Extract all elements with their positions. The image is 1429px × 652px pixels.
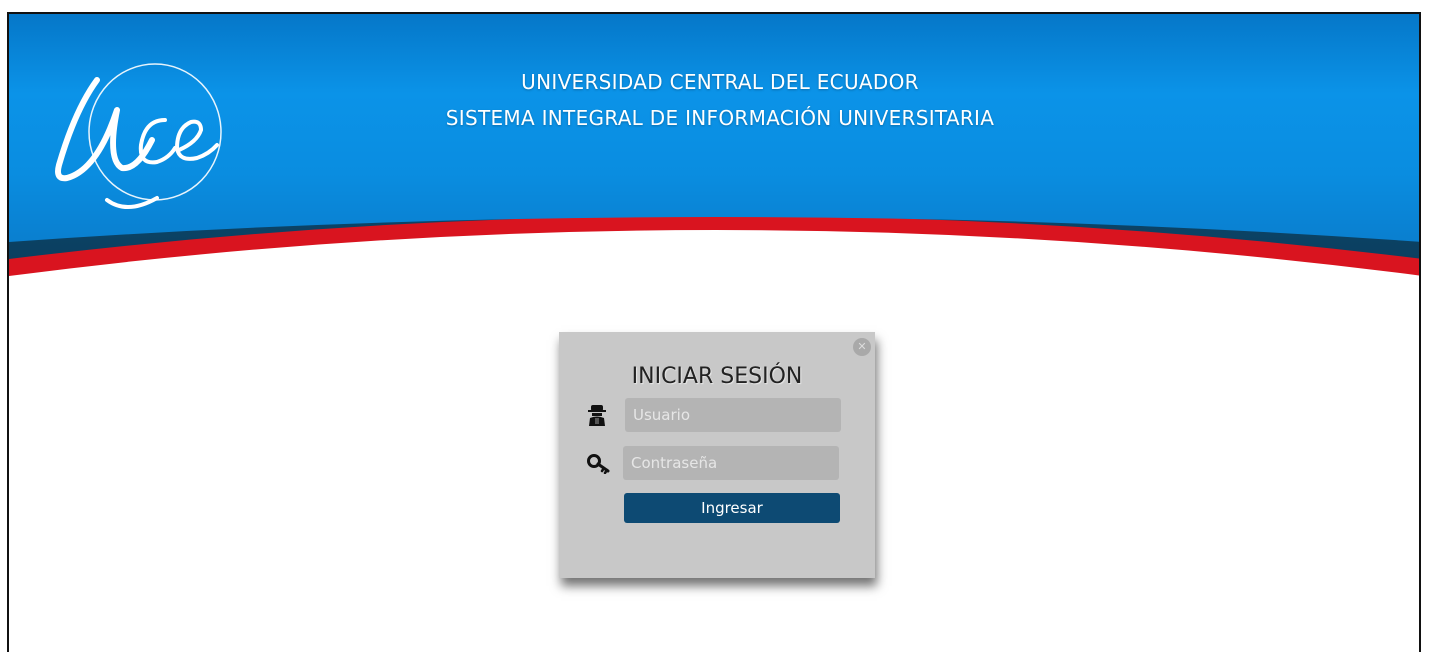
close-icon[interactable]: ✕ (853, 338, 871, 356)
header-banner: UNIVERSIDAD CENTRAL DEL ECUADOR SISTEMA … (9, 14, 1419, 294)
spy-user-icon (587, 404, 611, 426)
username-row (587, 398, 847, 432)
login-submit-button[interactable]: Ingresar (624, 493, 840, 523)
password-row (587, 446, 847, 480)
username-input[interactable] (625, 398, 841, 432)
login-dialog: ✕ INICIAR SESIÓN Usuario Ingresar (559, 332, 875, 578)
university-name: UNIVERSIDAD CENTRAL DEL ECUADOR (521, 70, 919, 94)
page-frame: UNIVERSIDAD CENTRAL DEL ECUADOR SISTEMA … (7, 12, 1421, 652)
login-title: INICIAR SESIÓN (631, 364, 803, 389)
password-input[interactable] (623, 446, 839, 480)
header-title-block: UNIVERSIDAD CENTRAL DEL ECUADOR SISTEMA … (9, 64, 1419, 136)
system-name: SISTEMA INTEGRAL DE INFORMACIÓN UNIVERSI… (445, 106, 995, 130)
key-icon (587, 452, 611, 475)
